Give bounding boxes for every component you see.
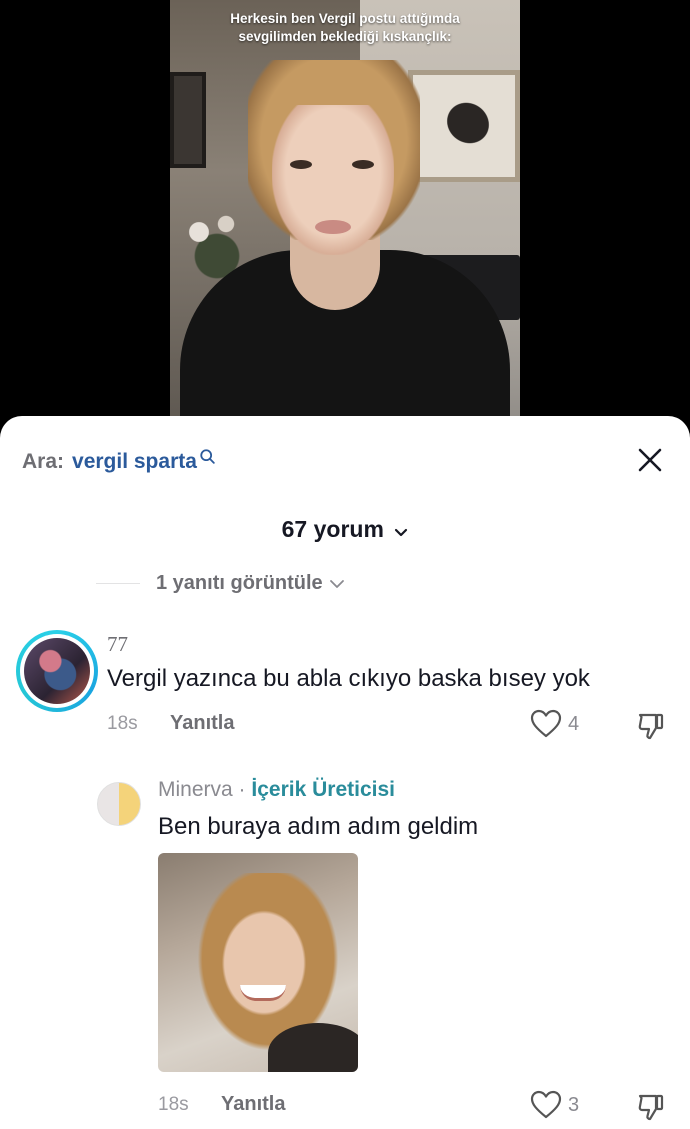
view-replies-label: 1 yanıtı görüntüle (156, 572, 323, 594)
comments-sheet: Ara: vergil sparta 67 yorum 1 yanıtı gör… (0, 416, 690, 1129)
reply-text: Ben buraya adım adım geldim (158, 813, 479, 840)
chevron-down-icon (395, 528, 408, 536)
video-player[interactable]: Herkesin ben Vergil postu attığımda sevg… (0, 0, 690, 430)
comment-count-header[interactable]: 67 yorum (0, 516, 690, 543)
video-caption: Herkesin ben Vergil postu attığımda sevg… (230, 11, 460, 44)
reply-username[interactable]: Minerva (158, 778, 233, 801)
search-suggestion[interactable]: Ara: vergil sparta (22, 449, 217, 478)
creator-badge: İçerik Üreticisi (251, 778, 395, 801)
comment-username[interactable]: 77 (107, 632, 128, 657)
reply-image[interactable] (158, 853, 358, 1072)
like-count: 4 (568, 712, 580, 735)
search-prefix: Ara: (22, 450, 65, 473)
avatar[interactable] (16, 630, 98, 712)
wall-picture (170, 72, 206, 168)
dislike-icon[interactable] (636, 711, 666, 741)
wall-poster (408, 70, 520, 182)
heart-icon (530, 709, 562, 738)
heart-icon (530, 1090, 562, 1119)
like-button[interactable]: 3 (530, 1090, 579, 1120)
chevron-down-icon (329, 579, 344, 588)
person-lips (315, 220, 351, 234)
reply-button[interactable]: Yanıtla (221, 1093, 285, 1116)
avatar[interactable] (97, 782, 141, 826)
reply-header: Minerva · İçerik Üreticisi (158, 778, 395, 802)
reply-timestamp: 18s (158, 1094, 189, 1115)
view-replies-button[interactable]: 1 yanıtı görüntüle (96, 572, 345, 595)
video-frame (170, 0, 520, 430)
comment-text: Vergil yazınca bu abla cıkıyo baska bıse… (107, 665, 590, 692)
like-count: 3 (568, 1093, 580, 1116)
search-icon (200, 449, 215, 464)
separator: · (238, 778, 246, 801)
search-term-link[interactable]: vergil sparta (72, 450, 197, 474)
close-icon[interactable] (636, 446, 664, 474)
dislike-icon[interactable] (636, 1092, 666, 1122)
reply-button[interactable]: Yanıtla (170, 712, 234, 735)
divider (96, 583, 140, 584)
person-eye (290, 160, 312, 169)
comment-timestamp: 18s (107, 713, 138, 734)
like-button[interactable]: 4 (530, 709, 579, 739)
comment-count: 67 yorum (281, 516, 384, 542)
person-eye (352, 160, 374, 169)
